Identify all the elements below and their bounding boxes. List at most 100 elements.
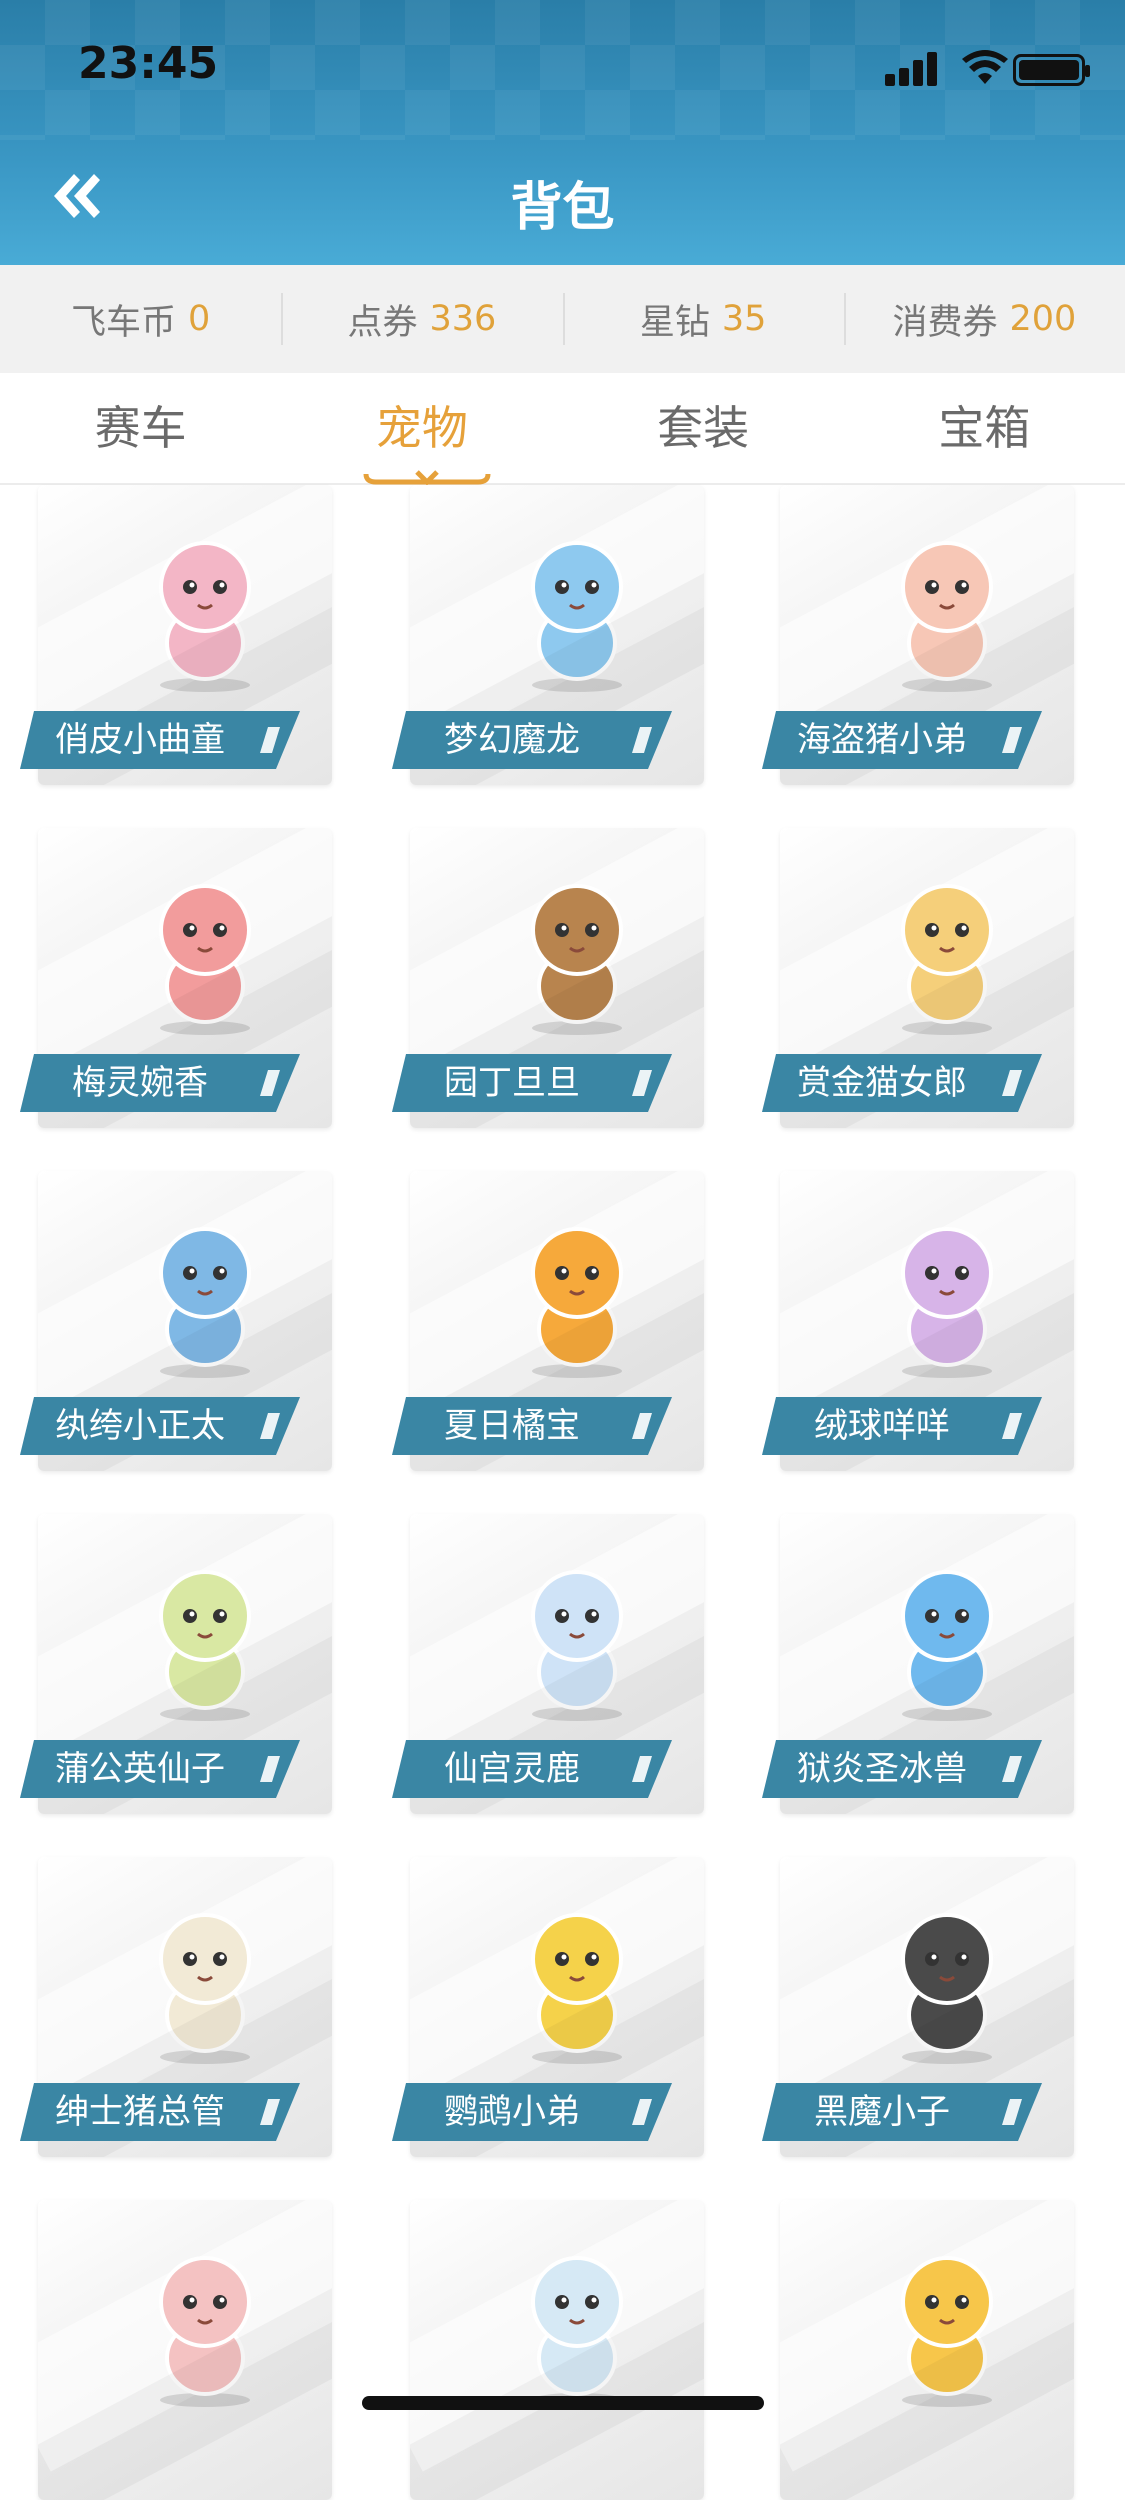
pet-name-banner: 梦幻魔龙 (392, 711, 672, 769)
pet-name: 俏皮小曲童 (55, 720, 225, 760)
pet-name-banner: 园丁旦旦 (392, 1054, 672, 1112)
pet-card[interactable]: 梅灵婉香 (20, 828, 332, 1128)
currency-label: 飞车币 (70, 302, 176, 343)
pet-figure-icon (159, 884, 251, 1035)
banner-corner-icon (1002, 1070, 1022, 1096)
pet-figure-icon (159, 1227, 251, 1378)
currency-value: 200 (1009, 299, 1077, 339)
banner-corner-icon (1002, 1756, 1022, 1782)
pet-name-banner: 绒球咩咩 (762, 1397, 1042, 1455)
currency-coin: 飞车币 0 (0, 265, 281, 373)
currency-stars: 星钻 35 (562, 265, 844, 373)
pet-name: 夏日橘宝 (444, 1406, 580, 1446)
pet-name: 海盗猪小弟 (797, 720, 967, 760)
pet-figure-icon (159, 1913, 251, 2064)
pet-figure-icon (531, 1913, 623, 2064)
pet-figure-icon (159, 2256, 251, 2407)
banner-corner-icon (632, 1413, 652, 1439)
pet-card[interactable]: 鹦鹉小弟 (392, 1857, 704, 2157)
pet-card[interactable]: 俏皮小曲童 (20, 485, 332, 785)
home-indicator (362, 2396, 764, 2410)
currency-label: 点券 (347, 302, 418, 343)
pet-name: 鹦鹉小弟 (444, 2092, 580, 2132)
pet-card[interactable]: 仙宫灵鹿 (392, 1514, 704, 1814)
pet-card[interactable]: 绒球咩咩 (762, 1171, 1074, 1471)
pet-figure-icon (531, 2256, 623, 2407)
pet-figure-icon (901, 1570, 993, 1721)
currency-points: 点券 336 (281, 265, 562, 373)
pet-card[interactable]: 海盗猪小弟 (762, 485, 1074, 785)
pet-name-banner: 海盗猪小弟 (762, 711, 1042, 769)
pet-name: 仙宫灵鹿 (444, 1749, 580, 1789)
banner-corner-icon (632, 1070, 652, 1096)
pet-card[interactable]: 蒲公英仙子 (20, 1514, 332, 1814)
pet-name: 园丁旦旦 (444, 1063, 580, 1103)
banner-corner-icon (260, 1413, 280, 1439)
pet-figure-icon (901, 541, 993, 692)
tab-outfits[interactable]: 套装 (563, 373, 844, 483)
pet-name-banner: 仙宫灵鹿 (392, 1740, 672, 1798)
pet-card[interactable]: 绅士猪总管 (20, 1857, 332, 2157)
pet-figure-icon (901, 1227, 993, 1378)
pet-name: 纨绔小正太 (55, 1406, 225, 1446)
pet-name: 黑魔小子 (814, 2092, 950, 2132)
banner-corner-icon (1002, 727, 1022, 753)
banner-corner-icon (632, 727, 652, 753)
currency-value: 0 (187, 299, 211, 339)
pet-figure-icon (159, 1570, 251, 1721)
banner-corner-icon (1002, 1413, 1022, 1439)
pet-name-banner: 俏皮小曲童 (20, 711, 300, 769)
pet-figure-icon (531, 541, 623, 692)
pet-card[interactable] (762, 2200, 1074, 2500)
banner-corner-icon (260, 1070, 280, 1096)
pet-name-banner: 绅士猪总管 (20, 2083, 300, 2141)
header-bar: 23:45 背包 (0, 0, 1125, 265)
pet-card[interactable] (392, 2200, 704, 2500)
banner-corner-icon (632, 1756, 652, 1782)
pet-name: 梅灵婉香 (72, 1063, 208, 1103)
currency-value: 336 (429, 299, 497, 339)
pet-tile (410, 2200, 704, 2500)
pet-card[interactable]: 纨绔小正太 (20, 1171, 332, 1471)
pet-card[interactable]: 狱炎圣冰兽 (762, 1514, 1074, 1814)
banner-corner-icon (260, 727, 280, 753)
pet-tile (780, 2200, 1074, 2500)
tab-cars[interactable]: 赛车 (0, 373, 281, 483)
pet-figure-icon (531, 884, 623, 1035)
pet-card[interactable]: 园丁旦旦 (392, 828, 704, 1128)
pet-card[interactable]: 赏金猫女郎 (762, 828, 1074, 1128)
pet-name-banner: 蒲公英仙子 (20, 1740, 300, 1798)
banner-corner-icon (1002, 2099, 1022, 2125)
pet-name-banner: 狱炎圣冰兽 (762, 1740, 1042, 1798)
pet-name: 赏金猫女郎 (797, 1063, 967, 1103)
category-tabs: 赛车 宠物 套装 宝箱 (0, 373, 1125, 485)
pet-card[interactable] (20, 2200, 332, 2500)
tab-chests[interactable]: 宝箱 (844, 373, 1125, 483)
pet-name-banner: 梅灵婉香 (20, 1054, 300, 1112)
pet-figure-icon (531, 1227, 623, 1378)
pet-name-banner: 夏日橘宝 (392, 1397, 672, 1455)
status-time: 23:45 (78, 38, 219, 89)
pet-card[interactable]: 夏日橘宝 (392, 1171, 704, 1471)
page-title: 背包 (510, 178, 615, 238)
pet-figure-icon (159, 541, 251, 692)
signal-icon (885, 50, 945, 86)
pet-figure-icon (901, 884, 993, 1035)
pet-name: 狱炎圣冰兽 (797, 1749, 967, 1789)
pet-card[interactable]: 黑魔小子 (762, 1857, 1074, 2157)
active-tab-indicator (363, 470, 491, 486)
pet-name-banner: 鹦鹉小弟 (392, 2083, 672, 2141)
pet-name-banner: 赏金猫女郎 (762, 1054, 1042, 1112)
battery-icon (1013, 54, 1090, 86)
pet-name-banner: 纨绔小正太 (20, 1397, 300, 1455)
tab-pets[interactable]: 宠物 (281, 373, 562, 483)
pet-name: 蒲公英仙子 (55, 1749, 225, 1789)
pet-figure-icon (901, 2256, 993, 2407)
banner-corner-icon (632, 2099, 652, 2125)
pet-tile (38, 2200, 332, 2500)
currency-vouchers: 消费券 200 (843, 265, 1125, 373)
currency-label: 消费券 (892, 302, 998, 343)
pet-name: 梦幻魔龙 (444, 720, 580, 760)
pet-card[interactable]: 梦幻魔龙 (392, 485, 704, 785)
currency-value: 35 (721, 299, 767, 339)
